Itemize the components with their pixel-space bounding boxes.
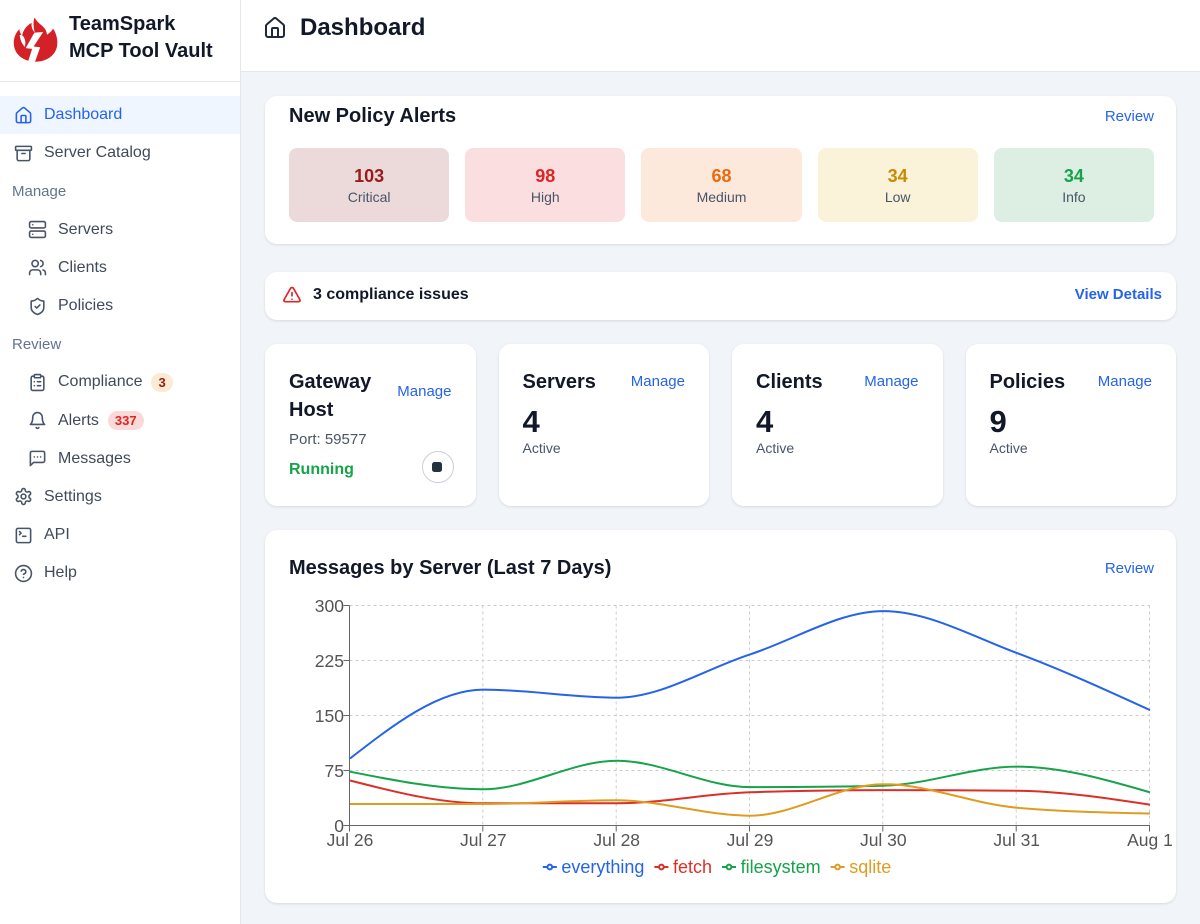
svg-text:Jul 28: Jul 28 bbox=[593, 830, 640, 850]
svg-text:Jul 26: Jul 26 bbox=[327, 830, 374, 850]
svg-text:75: 75 bbox=[325, 761, 344, 781]
svg-text:Aug 1: Aug 1 bbox=[1127, 830, 1173, 850]
svg-text:sqlite: sqlite bbox=[849, 857, 891, 877]
svg-text:Jul 29: Jul 29 bbox=[727, 830, 774, 850]
svg-text:300: 300 bbox=[315, 596, 344, 616]
svg-text:225: 225 bbox=[315, 651, 344, 671]
svg-text:Jul 31: Jul 31 bbox=[993, 830, 1040, 850]
svg-text:Jul 27: Jul 27 bbox=[460, 830, 507, 850]
svg-text:fetch: fetch bbox=[673, 857, 712, 877]
svg-text:150: 150 bbox=[315, 706, 344, 726]
svg-text:filesystem: filesystem bbox=[741, 857, 821, 877]
svg-text:Jul 30: Jul 30 bbox=[860, 830, 907, 850]
svg-text:everything: everything bbox=[561, 857, 644, 877]
